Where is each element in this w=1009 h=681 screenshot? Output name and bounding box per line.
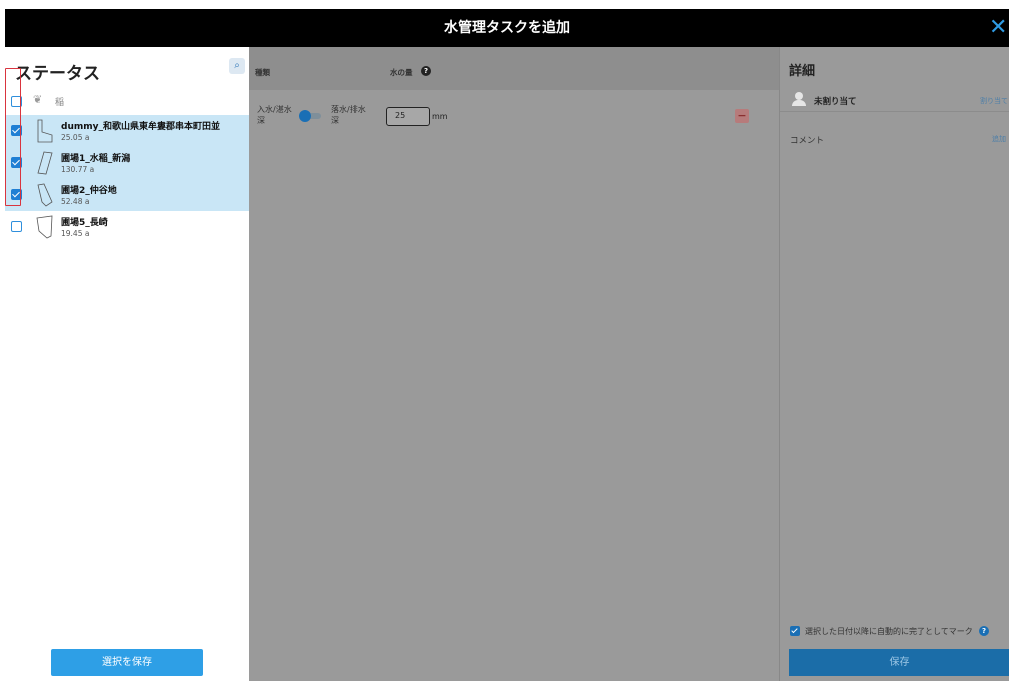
assignee-row: 未割り当て 割り当て: [780, 88, 1009, 112]
inlet-outlet-toggle[interactable]: [299, 110, 323, 122]
field-shape-icon: [36, 215, 53, 239]
help-icon[interactable]: ?: [421, 66, 431, 76]
field-row[interactable]: 圃場5_長崎 19.45 a: [5, 211, 249, 243]
field-checkbox[interactable]: [11, 221, 22, 232]
field-area: 130.77 a: [61, 165, 95, 174]
save-selection-button[interactable]: 選択を保存: [51, 649, 203, 676]
help-icon[interactable]: ?: [979, 626, 989, 636]
amount-header: 水の量: [390, 68, 413, 77]
kind-header: 種類: [255, 68, 270, 77]
assign-link[interactable]: 割り当て: [980, 96, 1008, 106]
person-icon: [792, 92, 806, 106]
search-icon[interactable]: ⌕: [229, 58, 245, 74]
toggle-knob: [299, 110, 311, 122]
field-row[interactable]: 圃場2_仲谷地 52.48 a: [5, 179, 249, 211]
field-name: 圃場1_水稲_新潟: [61, 154, 131, 164]
auto-complete-checkbox[interactable]: [790, 626, 800, 636]
modal-header: 水管理タスクを追加 ✕: [5, 9, 1009, 47]
field-row[interactable]: 圃場1_水稲_新潟 130.77 a: [5, 147, 249, 179]
inlet-label: 入水/湛水深: [257, 105, 292, 125]
field-name: 圃場2_仲谷地: [61, 186, 117, 196]
water-amount-input[interactable]: 25: [386, 107, 430, 126]
outlet-label: 落水/排水深: [331, 105, 366, 125]
field-shape-icon: [37, 119, 53, 143]
checkbox-highlight-box: [5, 68, 21, 206]
details-title: 詳細: [789, 64, 816, 79]
save-button[interactable]: 保存: [789, 649, 1009, 676]
panel-title: ステータス: [15, 64, 100, 84]
field-area: 52.48 a: [61, 197, 90, 206]
crop-icon: ❦: [33, 93, 43, 106]
comment-label: コメント: [790, 136, 825, 146]
auto-complete-label: 選択した日付以降に自動的に完了としてマーク: [805, 627, 973, 636]
field-row[interactable]: dummy_和歌山県東牟婁郡串本町田並 25.05 a: [5, 115, 249, 147]
assignee-value: 未割り当て: [814, 97, 857, 107]
field-area: 25.05 a: [61, 133, 90, 142]
add-comment-link[interactable]: 追加: [992, 134, 1006, 144]
modal-title: 水管理タスクを追加: [444, 20, 570, 36]
field-area: 19.45 a: [61, 229, 90, 238]
details-panel: 詳細 未割り当て 割り当て コメント 追加 選択した日付以降に自動的に完了として…: [779, 47, 1009, 681]
field-shape-icon: [37, 151, 53, 175]
field-name: dummy_和歌山県東牟婁郡串本町田並: [61, 122, 220, 132]
unit-label: mm: [432, 112, 448, 121]
close-icon[interactable]: ✕: [989, 17, 1009, 39]
task-settings-panel: 種類 水の量 ? 入水/湛水深 落水/排水深 25 mm −: [249, 47, 779, 681]
field-list-panel: ステータス ⌕ ❦ 稲 dummy_和歌山県東牟婁郡串本町田並 25.05 a …: [5, 47, 249, 681]
field-name: 圃場5_長崎: [61, 218, 108, 228]
table-header: 種類 水の量 ?: [249, 47, 779, 90]
crop-label: 稲: [55, 98, 65, 108]
field-shape-icon: [37, 183, 53, 207]
remove-row-button[interactable]: −: [735, 109, 749, 123]
